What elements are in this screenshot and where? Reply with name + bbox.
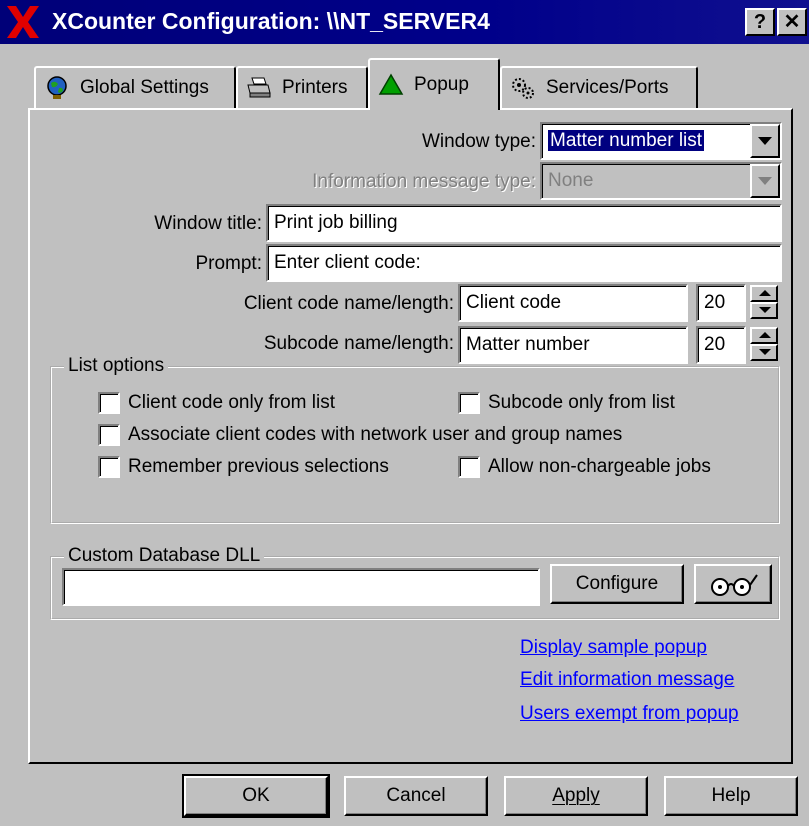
tab-label: Popup <box>414 74 469 95</box>
tab-printers[interactable]: Printers <box>236 66 368 108</box>
ok-button[interactable]: OK <box>182 774 330 818</box>
popup-tab-panel <box>28 108 793 764</box>
help-label: Help <box>711 785 751 806</box>
tab-global-settings[interactable]: Global Settings <box>34 66 236 108</box>
tab-services-ports[interactable]: Services/Ports <box>500 66 698 108</box>
help-button[interactable]: Help <box>664 776 798 816</box>
tab-label: Services/Ports <box>546 77 669 98</box>
ok-label: OK <box>242 785 270 806</box>
cancel-label: Cancel <box>386 785 446 806</box>
gears-icon <box>512 78 534 99</box>
printer-icon <box>247 77 271 98</box>
apply-button[interactable]: Apply <box>504 776 648 816</box>
close-button[interactable]: ✕ <box>777 8 807 36</box>
triangle-icon <box>378 73 404 95</box>
tab-label: Printers <box>282 77 348 98</box>
tab-label: Global Settings <box>80 77 209 98</box>
window-title: XCounter Configuration: \\NT_SERVER4 <box>52 8 490 34</box>
globe-icon <box>47 76 67 99</box>
apply-label: Apply <box>552 785 600 806</box>
app-logo-icon <box>7 6 39 38</box>
title-bar[interactable]: XCounter Configuration: \\NT_SERVER4 ? ✕ <box>0 0 809 44</box>
tab-popup[interactable]: Popup <box>368 58 500 110</box>
help-title-button[interactable]: ? <box>745 8 775 36</box>
cancel-button[interactable]: Cancel <box>344 776 488 816</box>
